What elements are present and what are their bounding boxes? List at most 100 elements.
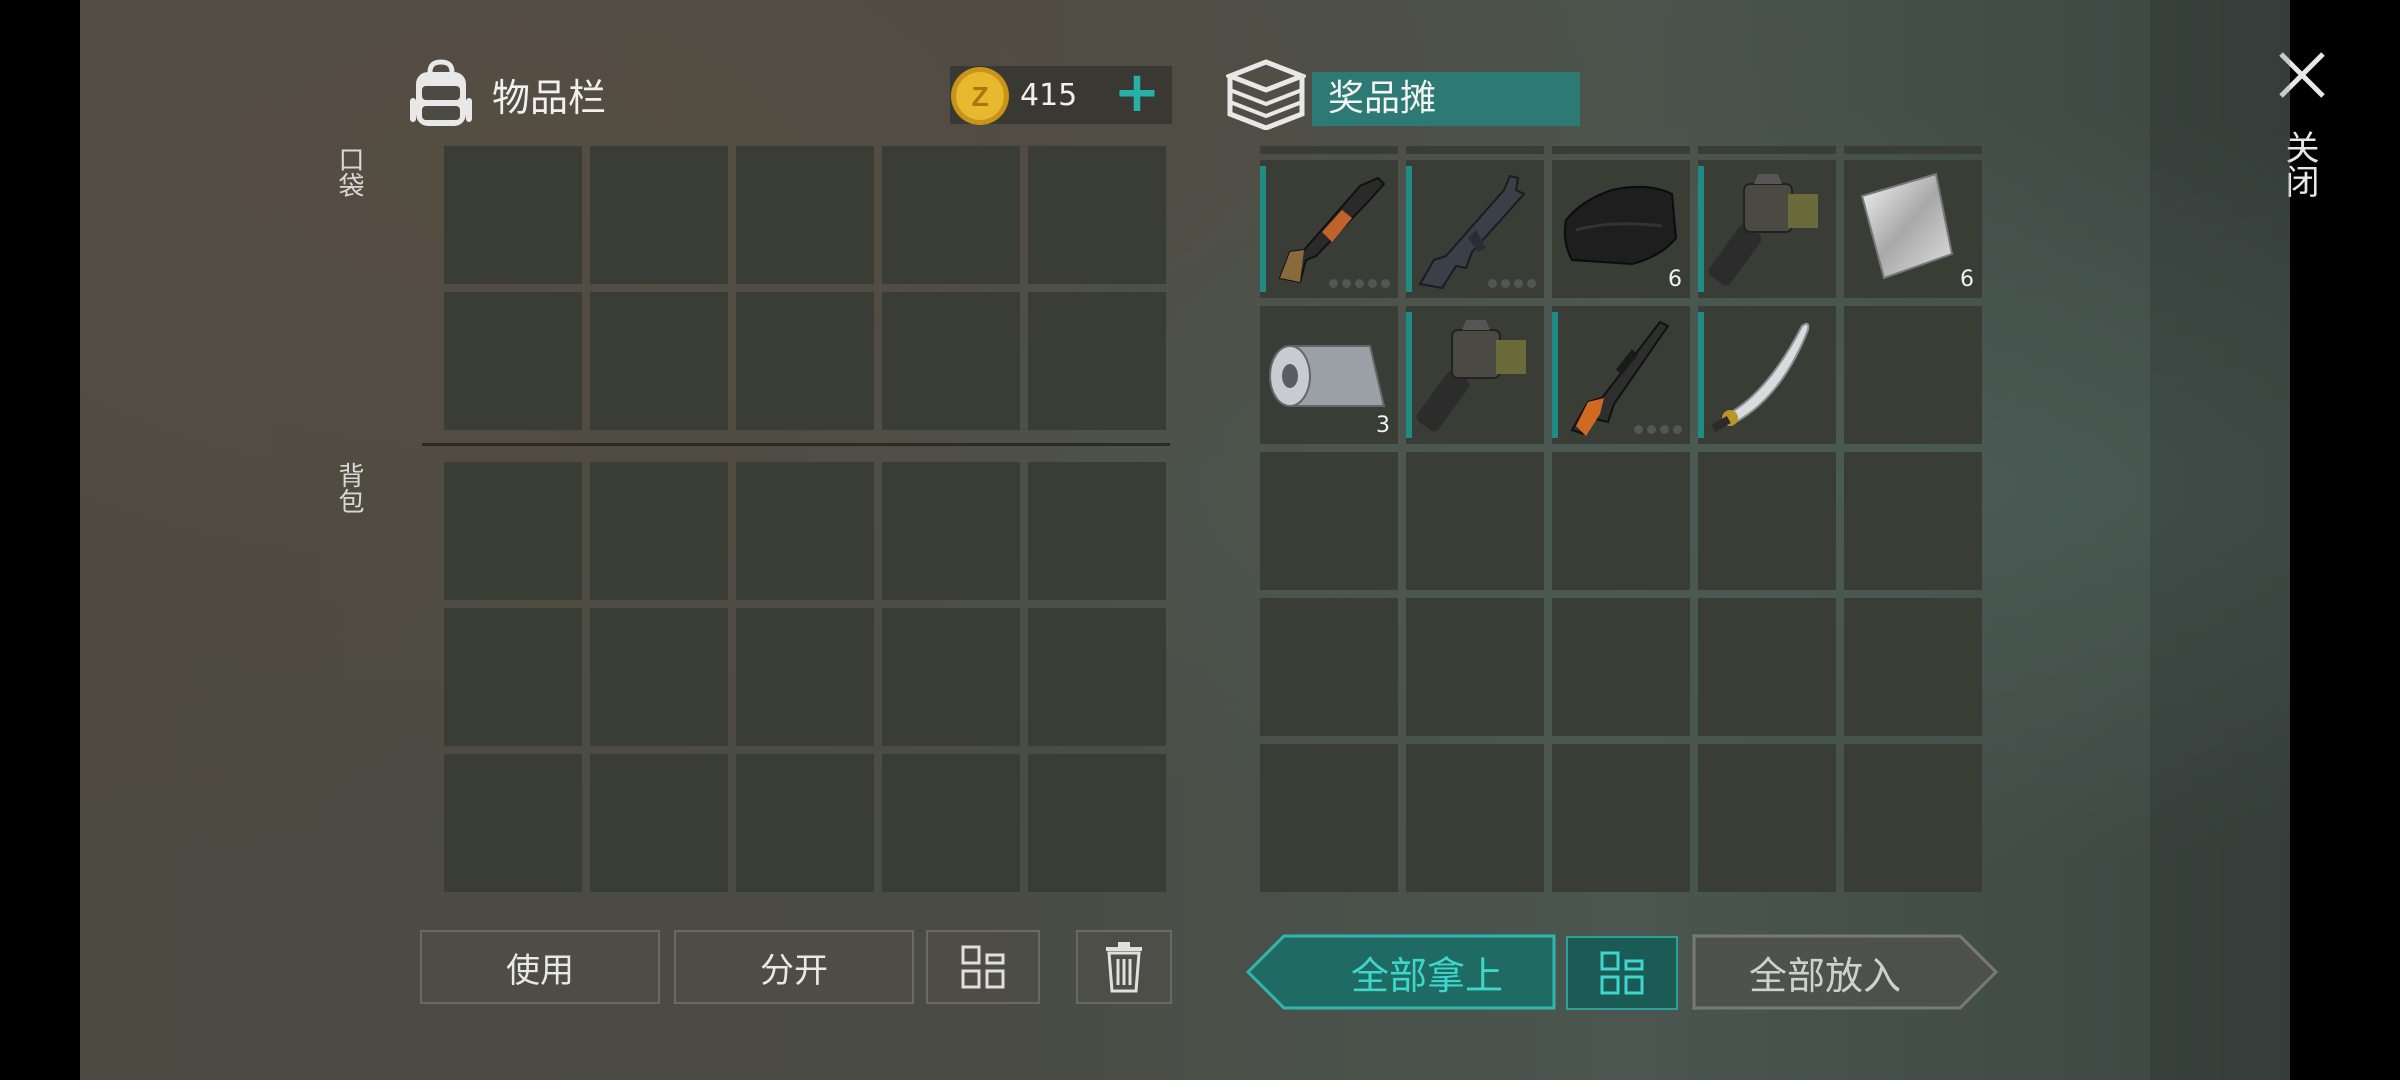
- sniper-rifle-icon: [1570, 320, 1670, 436]
- backpack-slot[interactable]: [1028, 462, 1166, 600]
- stall-slot[interactable]: [1406, 452, 1544, 590]
- add-coins-button[interactable]: +: [1112, 65, 1162, 121]
- close-icon[interactable]: [2275, 48, 2329, 102]
- pocket-slot[interactable]: [736, 292, 874, 430]
- stall-slot[interactable]: [1552, 452, 1690, 590]
- backpack-slot[interactable]: [736, 462, 874, 600]
- durability-dot: [1660, 425, 1669, 434]
- backpack-slot[interactable]: [444, 754, 582, 892]
- stall-slot[interactable]: [1698, 306, 1836, 444]
- stall-grid-bottom-edge: [1260, 880, 1986, 892]
- close-button[interactable]: 关闭: [2279, 130, 2324, 198]
- backpack-slot[interactable]: [736, 754, 874, 892]
- sort-icon: [961, 945, 1005, 989]
- stall-slot[interactable]: [1844, 306, 1982, 444]
- trash-icon: [1106, 942, 1142, 993]
- item-quantity: 3: [1376, 413, 1390, 438]
- durability-dot: [1342, 279, 1351, 288]
- backpack-slot[interactable]: [736, 608, 874, 746]
- put-all-label[interactable]: 全部放入: [1694, 934, 1956, 1010]
- backpack-slot[interactable]: [1028, 608, 1166, 746]
- pocket-label: 口袋: [334, 146, 364, 198]
- stall-grid: 6 6 3: [1260, 160, 1986, 882]
- pocket-slot[interactable]: [882, 146, 1020, 284]
- pocket-slot[interactable]: [736, 146, 874, 284]
- durability-dot: [1355, 279, 1364, 288]
- stall-slot[interactable]: [1260, 598, 1398, 736]
- pocket-slot[interactable]: [590, 146, 728, 284]
- stall-slot[interactable]: 6: [1844, 160, 1982, 298]
- pocket-slot[interactable]: [882, 292, 1020, 430]
- trash-button[interactable]: [1076, 930, 1172, 1004]
- backpack-slot[interactable]: [590, 462, 728, 600]
- crate-icon: [1226, 59, 1306, 130]
- inventory-title: 物品栏: [492, 75, 607, 120]
- stall-sort-button[interactable]: [1566, 936, 1678, 1010]
- backpack-slot[interactable]: [1028, 754, 1166, 892]
- stall-slot[interactable]: [1844, 744, 1982, 882]
- sort-icon: [1600, 951, 1644, 995]
- stall-slot[interactable]: [1844, 598, 1982, 736]
- stall-slot[interactable]: [1698, 598, 1836, 736]
- grenade-launcher-icon: [1708, 174, 1818, 286]
- pocket-grid: [444, 146, 1172, 430]
- stall-slot[interactable]: [1406, 306, 1544, 444]
- stall-slot[interactable]: [1698, 744, 1836, 882]
- stall-slot[interactable]: [1698, 452, 1836, 590]
- stall-slot-edge: [1260, 146, 1398, 154]
- stall-slot[interactable]: 6: [1552, 160, 1690, 298]
- stall-slot[interactable]: [1406, 744, 1544, 882]
- pocket-slot[interactable]: [1028, 146, 1166, 284]
- stall-slot[interactable]: [1552, 306, 1690, 444]
- durability-dot: [1634, 425, 1643, 434]
- stall-slot-edge: [1552, 880, 1690, 892]
- durability-dot: [1488, 279, 1497, 288]
- backpack-slot[interactable]: [590, 608, 728, 746]
- backpack-slot[interactable]: [882, 754, 1020, 892]
- coin-counter: Z 415 +: [950, 65, 1172, 125]
- split-button[interactable]: 分开: [674, 930, 914, 1004]
- backpack-slot[interactable]: [882, 462, 1020, 600]
- stall-slot-edge: [1406, 880, 1544, 892]
- pocket-slot[interactable]: [444, 146, 582, 284]
- backpack-slot[interactable]: [590, 754, 728, 892]
- pocket-slot[interactable]: [590, 292, 728, 430]
- assault-rifle-icon: [1418, 174, 1526, 290]
- backpack-grid: [444, 462, 1172, 892]
- pocket-slot[interactable]: [444, 292, 582, 430]
- stall-slot[interactable]: [1406, 160, 1544, 298]
- stall-slot[interactable]: [1552, 598, 1690, 736]
- take-all-label[interactable]: 全部拿上: [1300, 934, 1554, 1010]
- stall-slot[interactable]: [1260, 452, 1398, 590]
- stall-slot[interactable]: [1260, 160, 1398, 298]
- durability-dot: [1381, 279, 1390, 288]
- pocket-slot[interactable]: [1028, 292, 1166, 430]
- use-button[interactable]: 使用: [420, 930, 660, 1004]
- backpack-slot[interactable]: [444, 462, 582, 600]
- katana-icon: [1711, 322, 1810, 432]
- stall-slot[interactable]: [1698, 160, 1836, 298]
- stall-slot-edge: [1844, 880, 1982, 892]
- grenade-launcher-icon: [1416, 320, 1526, 432]
- durability-dot: [1329, 279, 1338, 288]
- stall-slot[interactable]: [1844, 452, 1982, 590]
- durability-dot: [1527, 279, 1536, 288]
- stall-grid-top-edge: [1260, 146, 1986, 154]
- backpack-slot[interactable]: [444, 608, 582, 746]
- stall-slot[interactable]: [1260, 744, 1398, 882]
- stall-slot[interactable]: [1406, 598, 1544, 736]
- stall-title: 奖品摊: [1312, 72, 1580, 126]
- durability-dot: [1647, 425, 1656, 434]
- backpack-slot[interactable]: [882, 608, 1020, 746]
- backpack-label: 背包: [334, 462, 364, 514]
- stall-slot-edge: [1260, 880, 1398, 892]
- item-quantity: 6: [1960, 267, 1974, 292]
- stall-slot[interactable]: [1552, 744, 1690, 882]
- stall-slot[interactable]: 3: [1260, 306, 1398, 444]
- durability-dot: [1673, 425, 1682, 434]
- durability-dot: [1368, 279, 1377, 288]
- item-quantity: 6: [1668, 267, 1682, 292]
- section-divider: [422, 443, 1170, 446]
- inventory-header: 物品栏: [408, 56, 606, 132]
- sort-button[interactable]: [926, 930, 1040, 1004]
